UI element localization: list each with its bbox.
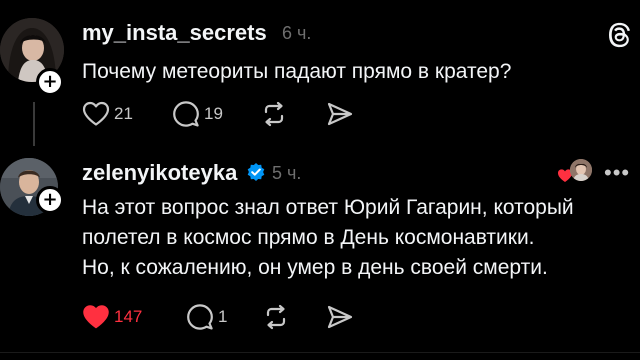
post-text-line: Но, к сожалению, он умер в день своей см… [82,256,548,279]
comment-button[interactable]: 19 [172,99,223,129]
post-text-line: Почему метеориты падают прямо в кратер? [82,60,512,83]
send-icon [327,305,353,329]
share-button[interactable] [326,302,354,332]
thread-connector-line [33,102,35,146]
comment-count: 19 [204,104,223,123]
thread-post-1: + my_insta_secrets 6 ч. Почему метеориты… [0,0,640,150]
comment-button[interactable]: 1 [186,302,227,332]
post-text-line: На этот вопрос знал ответ Юрий Гагарин, … [82,196,574,219]
heart-icon [82,101,110,126]
more-dots-icon[interactable]: ••• [604,162,630,184]
post-timestamp: 5 ч. [272,163,302,183]
repost-icon [266,304,286,330]
post-text: На этот вопрос знал ответ Юрий Гагарин, … [82,193,574,283]
heart-filled-icon [83,305,109,329]
post-timestamp: 6 ч. [282,23,312,43]
repost-button[interactable] [260,99,288,129]
like-button[interactable]: 21 [82,99,133,129]
divider [0,352,640,353]
post-text: Почему метеориты падают прямо в кратер? [82,57,511,87]
like-count: 147 [114,307,143,326]
comment-bubble-icon [187,304,213,330]
send-icon [327,102,353,126]
comment-bubble-icon [173,101,199,127]
follow-plus-icon[interactable]: + [36,68,64,96]
verified-badge-icon [247,163,265,181]
threads-logo-icon[interactable] [604,20,634,50]
repost-icon [264,101,284,127]
liked-by-avatar[interactable] [570,159,592,181]
post-text-line: полетел в космос прямо в День космонавти… [82,226,535,249]
share-button[interactable] [326,99,354,129]
post-username[interactable]: my_insta_secrets [82,20,267,46]
like-button[interactable]: 147 [82,302,142,332]
like-count: 21 [114,104,133,123]
comment-count: 1 [218,307,228,326]
repost-button[interactable] [262,302,290,332]
liked-by-avatar-image [570,159,592,181]
post-username[interactable]: zelenyikoteyka [82,160,237,186]
follow-plus-icon[interactable]: + [36,186,64,214]
